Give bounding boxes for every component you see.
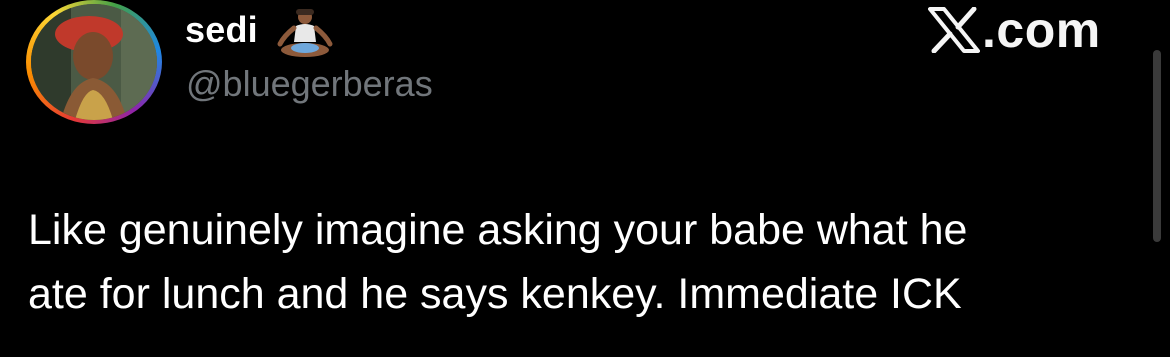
tweet-card: sedi @bluegerberas .com Like genuinely i…: [0, 0, 1170, 357]
avatar[interactable]: [31, 4, 157, 120]
x-logo-text: .com: [982, 2, 1101, 58]
tweet-text-line: ate for lunch and he says kenkey. Immedi…: [28, 270, 962, 318]
author-display-name[interactable]: sedi: [185, 8, 258, 52]
tweet-text: Like genuinely imagine asking your babe …: [28, 198, 1148, 326]
tweet-text-line: Like genuinely imagine asking your babe …: [28, 206, 968, 254]
author-handle[interactable]: @bluegerberas: [186, 60, 433, 108]
scrollbar[interactable]: [1153, 50, 1161, 242]
x-logo-icon: [928, 7, 980, 53]
avatar-photo: [31, 4, 157, 120]
x-com-logo: .com: [928, 2, 1101, 58]
lotus-position-emoji-icon: [277, 9, 333, 57]
